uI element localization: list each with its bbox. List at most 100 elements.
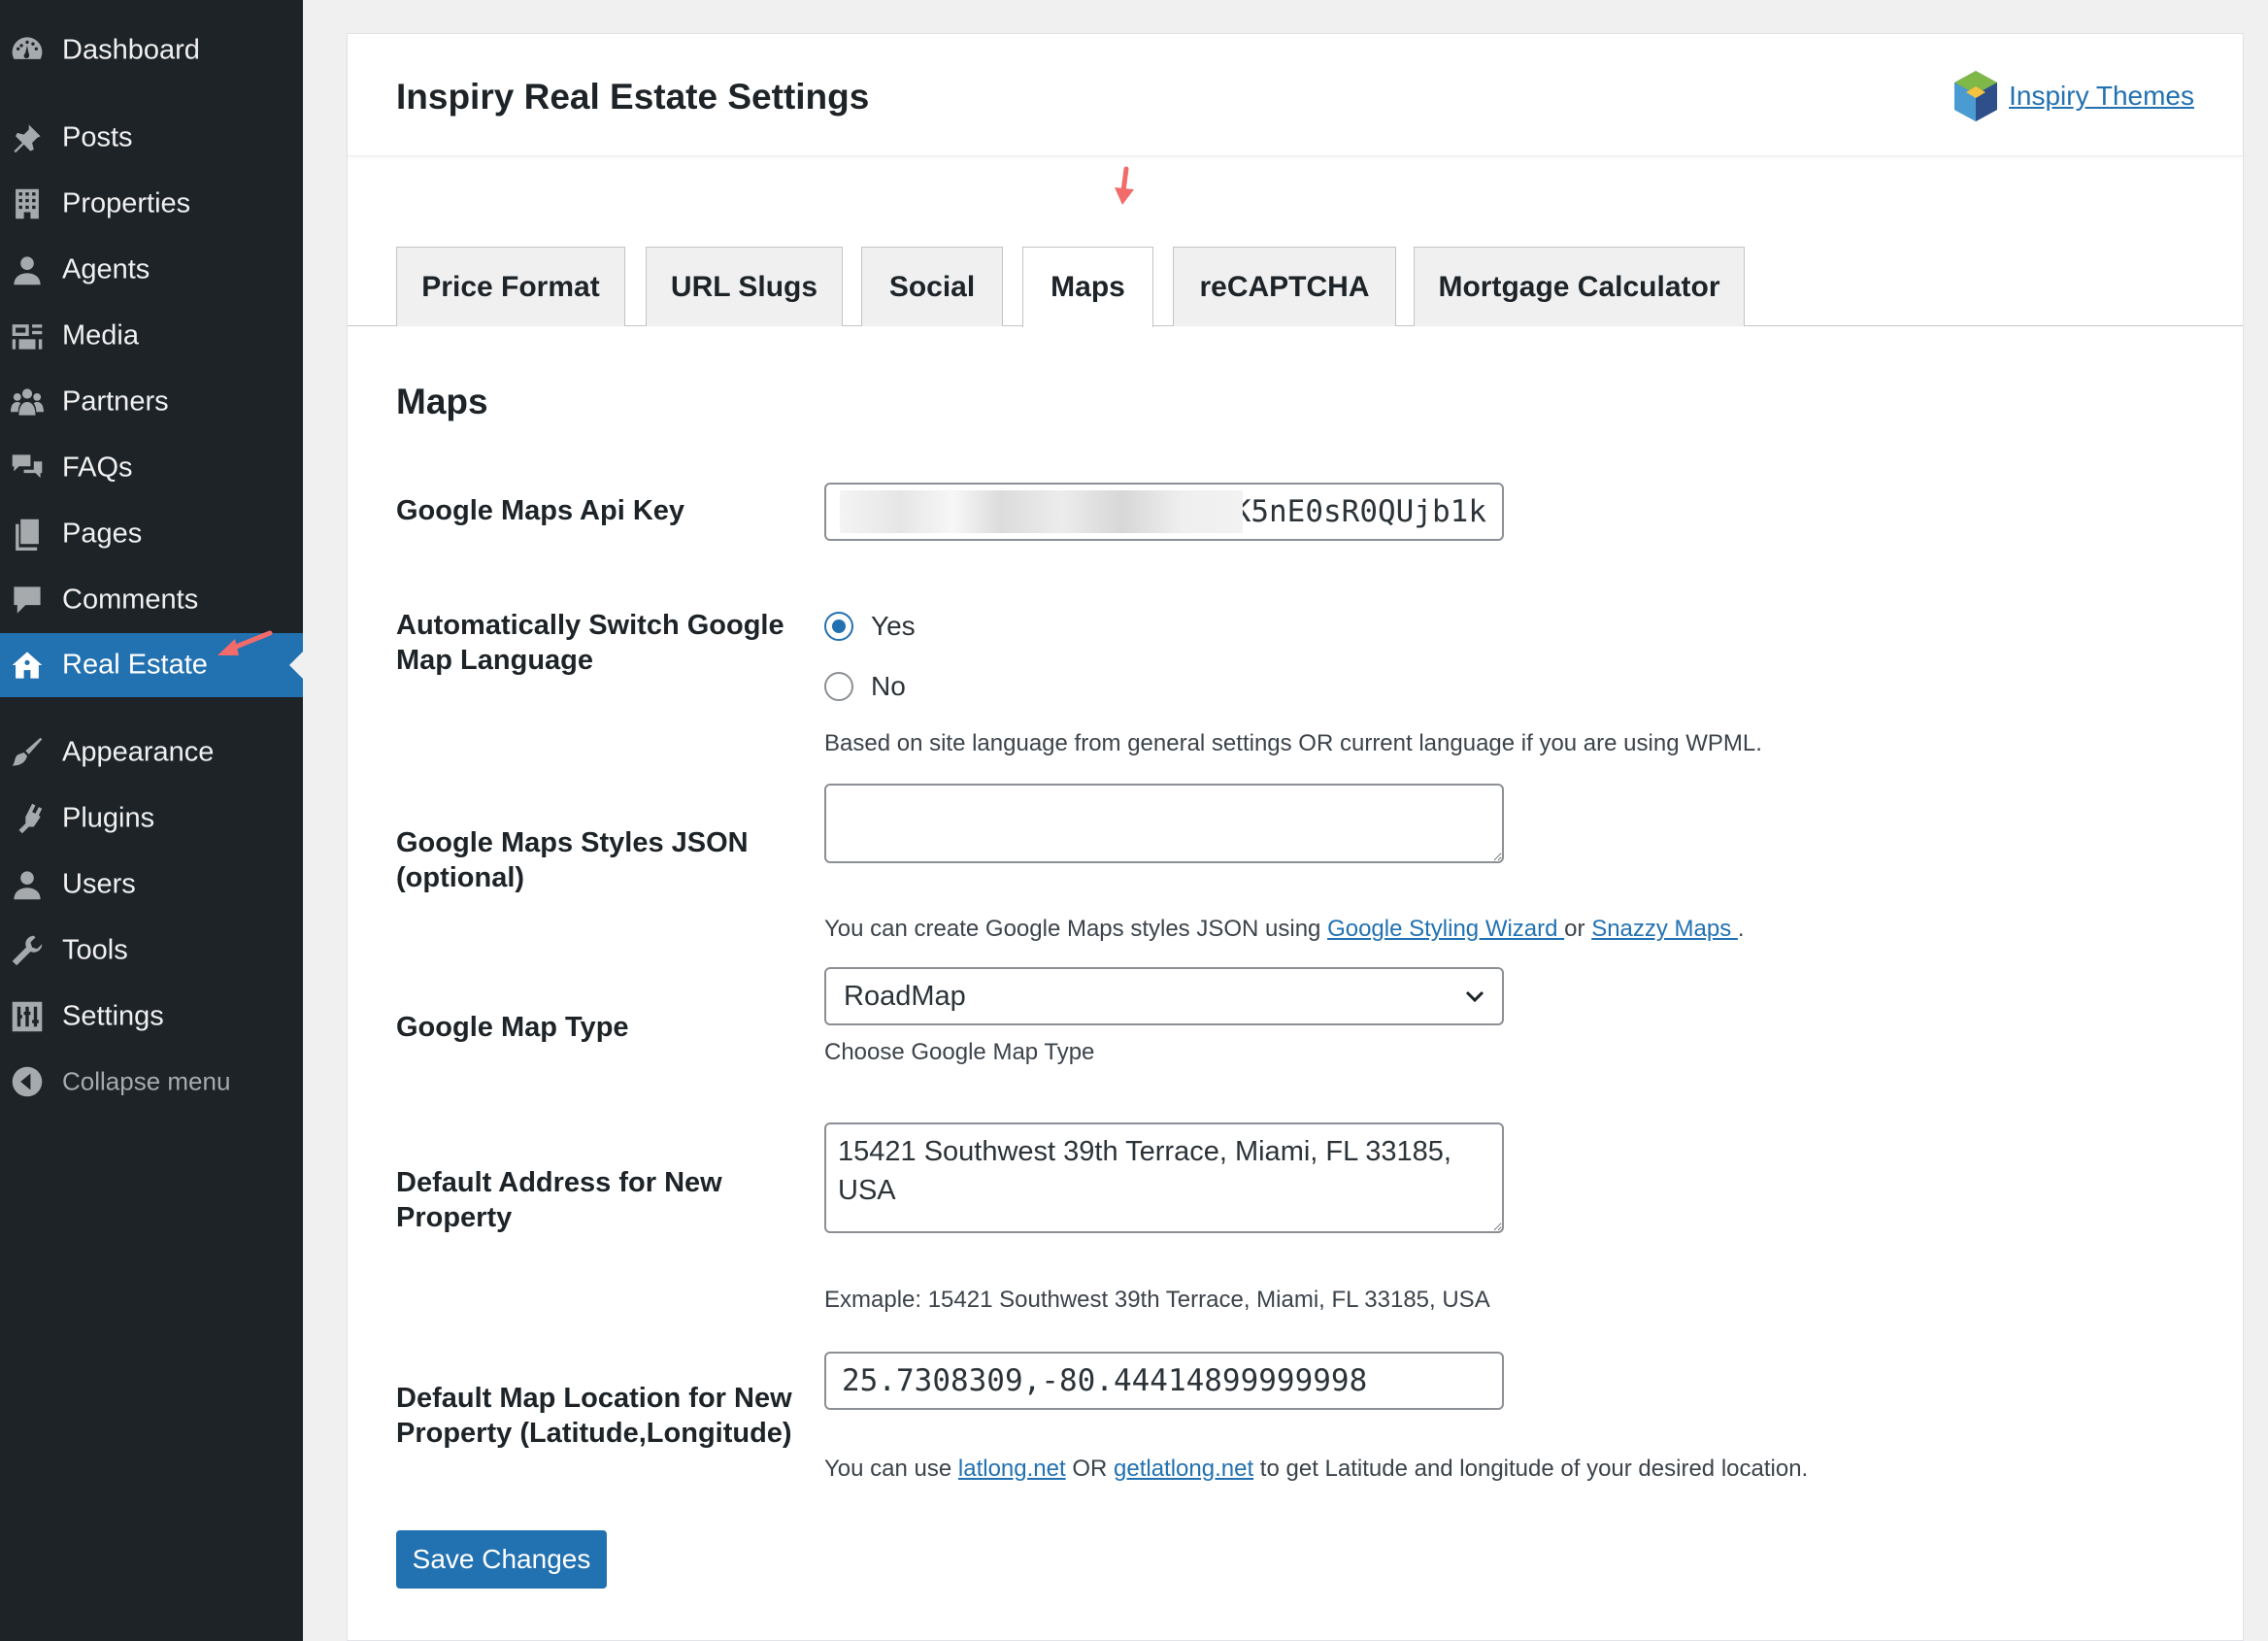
desc-text: OR: [1065, 1456, 1115, 1482]
building-icon: [10, 186, 45, 221]
groups-icon: [10, 385, 45, 419]
save-changes-button[interactable]: Save Changes: [396, 1530, 607, 1589]
tab-mortgage-calculator[interactable]: Mortgage Calculator: [1414, 247, 1745, 326]
collapse-menu-button[interactable]: Collapse menu: [0, 1050, 303, 1114]
page-icon: [10, 517, 45, 552]
dashboard-icon: [10, 33, 45, 68]
sidebar-item-label: FAQs: [62, 452, 133, 484]
sidebar-item-label: Media: [62, 319, 139, 352]
sidebar-item-pages[interactable]: Pages: [0, 502, 303, 566]
api-key-label: Google Maps Api Key: [396, 495, 685, 526]
tab-recaptcha[interactable]: reCAPTCHA: [1173, 247, 1396, 326]
map-type-select[interactable]: RoadMap: [824, 967, 1504, 1025]
desc-text: or: [1564, 916, 1592, 942]
desc-text: to get Latitude and longitude of your de…: [1253, 1456, 1809, 1482]
tab-social[interactable]: Social: [861, 247, 1003, 326]
sidebar-item-tools[interactable]: Tools: [0, 919, 303, 983]
sidebar-item-dashboard[interactable]: Dashboard: [0, 18, 303, 83]
pin-icon: [10, 120, 45, 155]
default-address-label: Default Address for New Property: [396, 1167, 722, 1233]
user-icon: [10, 867, 45, 902]
sidebar-item-faqs[interactable]: FAQs: [0, 436, 303, 500]
tab-price-format[interactable]: Price Format: [396, 247, 625, 326]
sidebar-item-label: Appearance: [62, 736, 215, 768]
admin-sidebar: Dashboard Posts Properties Agents Media …: [0, 0, 303, 1641]
radio-yes-label: Yes: [871, 611, 916, 641]
brush-icon: [10, 735, 45, 770]
sidebar-item-label: Properties: [62, 187, 191, 219]
sidebar-item-label: Settings: [62, 1000, 164, 1032]
sidebar-item-posts[interactable]: Posts: [0, 106, 303, 170]
sidebar-item-plugins[interactable]: Plugins: [0, 787, 303, 851]
radio-yes[interactable]: Yes: [824, 611, 916, 642]
sidebar-item-label: Pages: [62, 518, 143, 550]
sidebar-item-users[interactable]: Users: [0, 853, 303, 917]
sidebar-item-settings[interactable]: Settings: [0, 985, 303, 1049]
sidebar-item-label: Comments: [62, 584, 199, 616]
radio-no-label: No: [871, 671, 906, 701]
collapse-arrow-icon: [10, 1064, 45, 1099]
settings-tabs: Price Format URL Slugs Social Maps reCAP…: [348, 247, 2243, 327]
google-styling-wizard-link[interactable]: Google Styling Wizard: [1327, 916, 1564, 942]
media-icon: [10, 318, 45, 353]
radio-no-button[interactable]: [824, 672, 853, 701]
section-heading: Maps: [396, 382, 488, 421]
styles-json-textarea[interactable]: [824, 784, 1504, 863]
sidebar-item-partners[interactable]: Partners: [0, 370, 303, 434]
styles-json-description: You can create Google Maps styles JSON u…: [824, 916, 1745, 943]
sidebar-item-comments[interactable]: Comments: [0, 568, 303, 632]
redacted-blur: [840, 490, 1243, 533]
settings-panel: Inspiry Real Estate Settings Inspiry The…: [347, 33, 2244, 1641]
sidebar-item-label: Posts: [62, 121, 133, 153]
getlatlong-link[interactable]: getlatlong.net: [1114, 1456, 1253, 1482]
wrench-icon: [10, 933, 45, 968]
sidebar-item-properties[interactable]: Properties: [0, 172, 303, 236]
snazzy-maps-link[interactable]: Snazzy Maps: [1591, 916, 1738, 942]
default-location-label: Default Map Location for New Property (L…: [396, 1383, 792, 1449]
sidebar-item-media[interactable]: Media: [0, 304, 303, 368]
map-type-value: RoadMap: [844, 980, 966, 1012]
page-title: Inspiry Real Estate Settings: [396, 77, 870, 117]
map-type-description: Choose Google Map Type: [824, 1039, 1095, 1065]
chevron-down-icon: [1465, 990, 1484, 1003]
sliders-icon: [10, 999, 45, 1034]
collapse-menu-label: Collapse menu: [62, 1066, 231, 1096]
houses-icon: [10, 648, 45, 683]
radio-no[interactable]: No: [824, 671, 906, 702]
default-address-textarea[interactable]: 15421 Southwest 39th Terrace, Miami, FL …: [824, 1122, 1504, 1233]
default-address-description: Exmaple: 15421 Southwest 39th Terrace, M…: [824, 1287, 1490, 1313]
brand: Inspiry Themes: [1951, 69, 2194, 123]
tab-url-slugs[interactable]: URL Slugs: [646, 247, 843, 326]
comment-icon: [10, 583, 45, 618]
sidebar-item-label: Real Estate: [62, 649, 208, 681]
sidebar-item-agents[interactable]: Agents: [0, 238, 303, 302]
sidebar-item-appearance[interactable]: Appearance: [0, 720, 303, 785]
tab-maps[interactable]: Maps: [1022, 247, 1153, 327]
inspiry-logo-icon: [1954, 71, 1998, 121]
latlong-link[interactable]: latlong.net: [958, 1456, 1066, 1482]
settings-header: Inspiry Real Estate Settings Inspiry The…: [348, 34, 2243, 156]
annotation-arrow-icon: [217, 630, 273, 655]
sidebar-item-label: Users: [62, 868, 136, 900]
sidebar-item-label: Agents: [62, 253, 150, 285]
desc-text: You can use: [824, 1456, 958, 1482]
map-type-label: Google Map Type: [396, 1012, 629, 1043]
inspiry-themes-link[interactable]: Inspiry Themes: [2009, 81, 2194, 112]
user-icon: [10, 252, 45, 287]
default-location-description: You can use latlong.net OR getlatlong.ne…: [824, 1456, 1808, 1483]
auto-language-description: Based on site language from general sett…: [824, 730, 1762, 756]
default-location-value[interactable]: [842, 1363, 1486, 1398]
default-location-input[interactable]: [824, 1352, 1504, 1410]
styles-json-label: Google Maps Styles JSON (optional): [396, 827, 749, 893]
sidebar-item-label: Tools: [62, 934, 128, 966]
sidebar-item-label: Partners: [62, 385, 169, 418]
chat-bubbles-icon: [10, 451, 45, 486]
sidebar-item-label: Dashboard: [62, 34, 200, 66]
sidebar-item-label: Plugins: [62, 802, 155, 834]
plug-icon: [10, 801, 45, 836]
api-key-input[interactable]: [824, 483, 1504, 541]
desc-text: .: [1737, 916, 1745, 942]
radio-yes-button[interactable]: [824, 612, 853, 641]
auto-language-label: Automatically Switch Google Map Language: [396, 610, 784, 676]
annotation-arrow-icon: [1115, 166, 1134, 205]
